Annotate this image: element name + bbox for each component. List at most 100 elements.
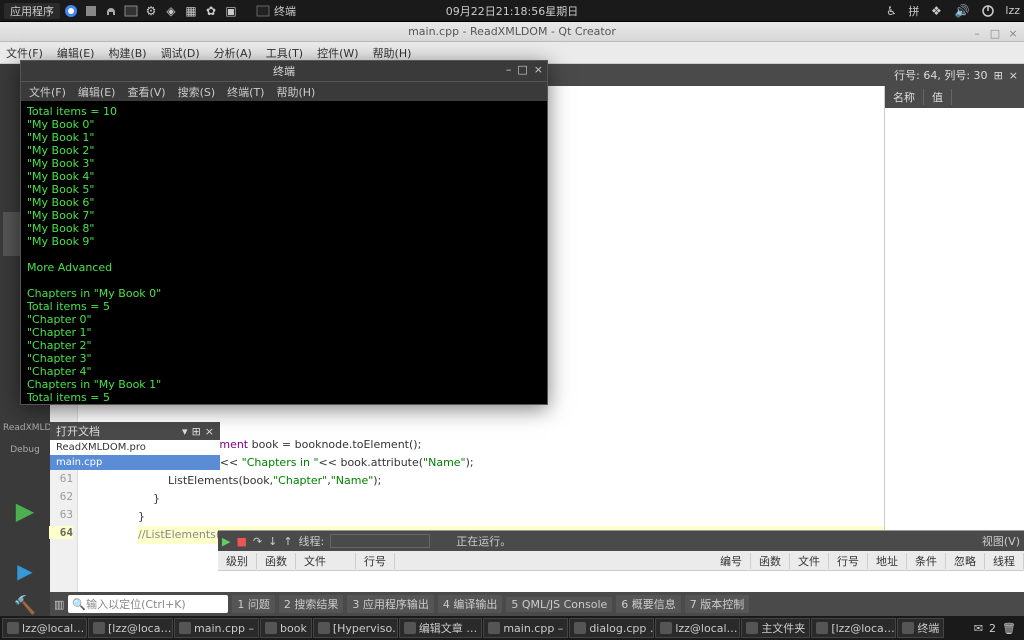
debug-step-over-icon[interactable]: ↷ [253, 535, 262, 548]
taskbar-button[interactable]: 主文件夹 [741, 618, 810, 638]
col-line2[interactable]: 行号 [829, 553, 868, 569]
outline-col-name[interactable]: 名称 [885, 89, 924, 105]
close-editor-icon[interactable]: × [1009, 69, 1018, 82]
taskbar-button[interactable]: book [260, 618, 312, 638]
tab-general[interactable]: 6 概要信息 [616, 595, 681, 613]
taskbar-button[interactable]: main.cpp – … [174, 618, 259, 638]
active-window-label[interactable]: 终端 [274, 3, 296, 19]
flower-icon[interactable]: ✿ [202, 2, 220, 20]
views-menu[interactable]: 视图(V) [982, 533, 1020, 549]
col-file[interactable]: 文件 [296, 553, 356, 569]
tab-vcs[interactable]: 7 版本控制 [685, 595, 750, 613]
chrome-icon[interactable] [62, 2, 80, 20]
minimize-icon[interactable]: – [970, 24, 984, 38]
chevron-down-icon[interactable]: ▾ [182, 425, 188, 438]
term-menu-search[interactable]: 搜索(S) [178, 84, 216, 100]
taskbar-button[interactable]: [Hyperviso… [313, 618, 398, 638]
menu-build[interactable]: 构建(B) [108, 45, 146, 61]
taskbar-button[interactable]: main.cpp – … [483, 618, 568, 638]
ime-indicator[interactable]: 拼 [908, 3, 919, 19]
term-menu-help[interactable]: 帮助(H) [276, 84, 315, 100]
debug-continue-icon[interactable]: ▶ [222, 535, 230, 548]
power-icon[interactable] [979, 2, 997, 20]
col-addr[interactable]: 地址 [868, 553, 907, 569]
term-menu-view[interactable]: 查看(V) [127, 84, 165, 100]
col-function2[interactable]: 函数 [751, 553, 790, 569]
menu-edit[interactable]: 编辑(E) [57, 45, 95, 61]
tab-compile[interactable]: 4 编译输出 [438, 595, 503, 613]
col-num[interactable]: 编号 [712, 553, 751, 569]
close-icon[interactable]: × [534, 63, 543, 76]
term-menu-file[interactable]: 文件(F) [29, 84, 66, 100]
col-thread[interactable]: 线程 [985, 553, 1024, 569]
outline-col-value[interactable]: 值 [924, 89, 952, 105]
taskbar-button[interactable]: 终端 [897, 618, 944, 638]
close-icon[interactable]: × [1006, 24, 1020, 38]
taskbar-button[interactable]: lzz@local… [655, 618, 740, 638]
menu-debug[interactable]: 调试(D) [161, 45, 200, 61]
applications-menu[interactable]: 应用程序 [4, 3, 60, 19]
debug-step-into-icon[interactable]: ↓ [268, 535, 277, 548]
app-icon [902, 622, 914, 634]
taskbar-button[interactable]: lzz@local… [2, 618, 87, 638]
col-line[interactable]: 行号 [356, 553, 395, 569]
tray-app-icon[interactable]: ✉ [974, 622, 983, 635]
menu-analyze[interactable]: 分析(A) [214, 45, 252, 61]
debug-run-button[interactable]: ▶ [17, 559, 32, 583]
accessibility-icon[interactable]: ♿ [882, 2, 900, 20]
taskbar-button[interactable]: 编辑文章 … [399, 618, 483, 638]
app2-icon[interactable]: ▦ [182, 2, 200, 20]
debug-step-out-icon[interactable]: ↑ [283, 535, 292, 548]
active-window-icon [254, 2, 272, 20]
menu-file[interactable]: 文件(F) [6, 45, 43, 61]
bluetooth-icon[interactable]: ❖ [927, 2, 945, 20]
maximize-icon[interactable]: □ [517, 63, 527, 76]
terminal-output[interactable]: Total items = 10"My Book 0""My Book 1""M… [21, 101, 547, 404]
tab-search[interactable]: 2 搜索结果 [279, 595, 344, 613]
open-doc-item[interactable]: ReadXMLDOM.pro [50, 440, 220, 455]
maximize-icon[interactable]: □ [988, 24, 1002, 38]
build-button[interactable]: 🔨 [14, 595, 36, 616]
col-ignore[interactable]: 忽略 [946, 553, 985, 569]
menu-help[interactable]: 帮助(H) [373, 45, 412, 61]
open-doc-item[interactable]: main.cpp [50, 455, 220, 470]
user-label[interactable]: lzz [1005, 4, 1020, 17]
tab-issues[interactable]: 1 问题 [232, 595, 275, 613]
term-menu-terminal[interactable]: 终端(T) [227, 84, 264, 100]
volume-icon[interactable]: 🔊 [953, 2, 971, 20]
debug-status: 正在运行。 [456, 533, 511, 549]
workspace-indicator[interactable]: 2 [989, 622, 996, 635]
menu-tools[interactable]: 工具(T) [266, 45, 303, 61]
taskbar-button[interactable]: [lzz@loca… [811, 618, 896, 638]
term-menu-edit[interactable]: 编辑(E) [78, 84, 116, 100]
diamond-icon[interactable]: ◈ [162, 2, 180, 20]
split-icon[interactable]: ⊞ [994, 69, 1003, 82]
trash-icon[interactable]: 🗑 [1002, 622, 1016, 635]
tab-app-output[interactable]: 3 应用程序输出 [347, 595, 434, 613]
run-button[interactable]: ▶ [16, 497, 34, 525]
build-config[interactable]: Debug [3, 445, 47, 463]
thread-combo[interactable] [330, 534, 430, 548]
col-file2[interactable]: 文件 [790, 553, 829, 569]
terminal-titlebar[interactable]: 终端 – □ × [21, 61, 547, 81]
taskbar-button[interactable]: dialog.cpp … [569, 618, 654, 638]
terminal-icon[interactable] [122, 2, 140, 20]
menu-widgets[interactable]: 控件(W) [317, 45, 358, 61]
minimize-icon[interactable]: – [506, 63, 512, 76]
col-cond[interactable]: 条件 [907, 553, 946, 569]
toggle-sidebar-icon[interactable]: ▥ [54, 598, 64, 611]
project-selector[interactable]: ReadXMLDOM [3, 423, 47, 441]
col-level[interactable]: 级别 [218, 553, 257, 569]
col-function[interactable]: 函数 [257, 553, 296, 569]
app-icon[interactable] [82, 2, 100, 20]
split-icon[interactable]: ⊞ [192, 425, 201, 438]
tools-icon[interactable]: ⚙ [142, 2, 160, 20]
taskbar-button[interactable]: [lzz@loca… [88, 618, 173, 638]
locator-input[interactable]: 🔍 输入以定位(Ctrl+K) [68, 595, 228, 613]
app3-icon[interactable]: ▣ [222, 2, 240, 20]
debug-stop-icon[interactable]: ■ [236, 535, 246, 548]
tab-qml-console[interactable]: 5 QML/JS Console [506, 597, 612, 612]
close-pane-icon[interactable]: × [205, 425, 214, 438]
clock[interactable]: 09月22日21:18:56星期日 [446, 3, 578, 19]
headphones-icon[interactable] [102, 2, 120, 20]
